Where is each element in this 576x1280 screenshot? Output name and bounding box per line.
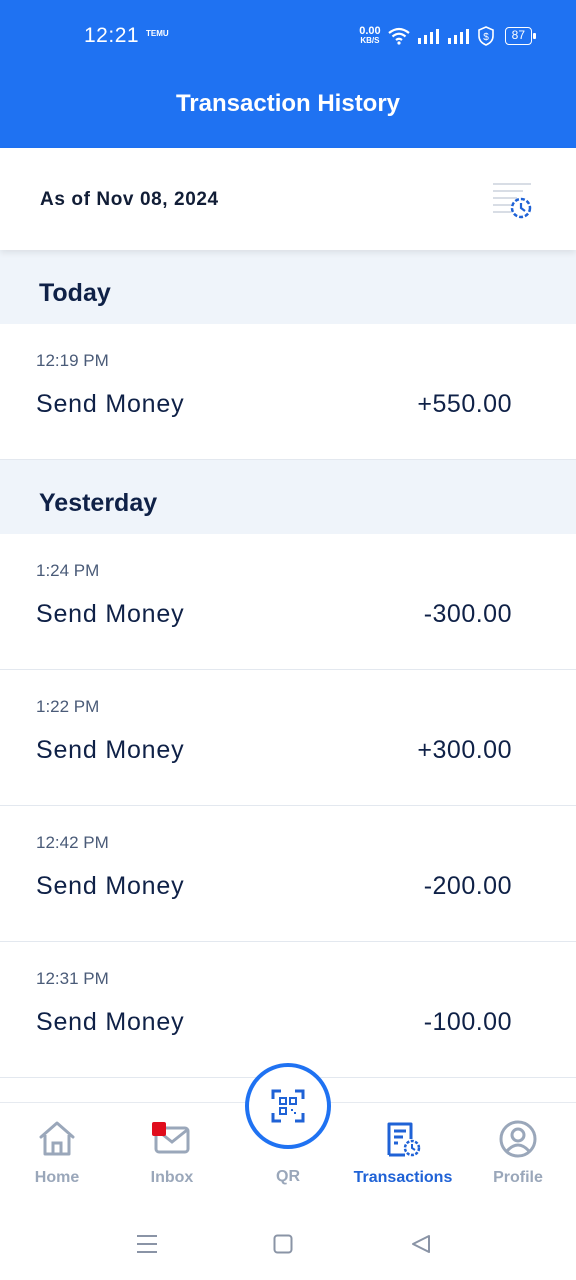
page-title: Transaction History <box>175 90 401 117</box>
wifi-icon <box>387 27 410 45</box>
nav-qr-label: QR <box>276 1168 300 1185</box>
status-time: 12:21 <box>84 24 140 47</box>
network-speed-unit: KB/S <box>360 36 380 45</box>
transaction-amount: -200.00 <box>423 872 512 900</box>
transaction-amount: +300.00 <box>417 736 512 764</box>
home-icon <box>39 1121 75 1156</box>
qr-scan-button[interactable] <box>245 1063 331 1149</box>
transaction-time: 12:42 PM <box>36 833 109 852</box>
battery-indicator: 87 <box>504 27 537 45</box>
nav-home-label: Home <box>34 1169 80 1186</box>
svg-text:$: $ <box>483 32 489 43</box>
nav-profile[interactable]: Profile <box>468 1119 568 1187</box>
nav-transactions[interactable]: Transactions <box>353 1119 453 1187</box>
as-of-date: As of Nov 08, 2024 <box>40 189 219 210</box>
receipt-clock-icon <box>387 1122 421 1157</box>
transaction-list[interactable]: Today 12:19 PM Send Money +550.00 Yester… <box>0 250 576 1102</box>
transaction-time: 1:22 PM <box>36 697 100 716</box>
transaction-time: 12:31 PM <box>36 969 109 988</box>
profile-icon <box>499 1120 537 1158</box>
qr-scan-icon <box>271 1089 305 1123</box>
signal-icon <box>417 29 439 44</box>
transaction-time: 1:24 PM <box>36 561 100 580</box>
as-of-bar: As of Nov 08, 2024 <box>0 148 576 250</box>
transaction-name: Send Money <box>36 600 185 628</box>
home-square-icon[interactable] <box>273 1234 293 1254</box>
signal-icon-2 <box>447 29 469 44</box>
transaction-row[interactable]: 12:19 PM Send Money +550.00 <box>0 324 576 460</box>
transaction-name: Send Money <box>36 390 185 418</box>
transaction-time: 12:19 PM <box>36 351 109 370</box>
nav-inbox-label: Inbox <box>150 1169 194 1186</box>
transaction-amount: -300.00 <box>423 600 512 628</box>
notification-app-icon: TEMU <box>146 29 169 38</box>
back-icon[interactable] <box>410 1234 432 1254</box>
menu-icon[interactable] <box>136 1234 158 1254</box>
transaction-row[interactable]: 1:22 PM Send Money +300.00 <box>0 670 576 806</box>
shield-icon: $ <box>477 26 494 46</box>
transaction-name: Send Money <box>36 1008 185 1036</box>
inbox-notification-badge <box>152 1122 166 1136</box>
nav-inbox[interactable]: Inbox <box>122 1119 222 1187</box>
app-header: 12:21 TEMU 0.00 KB/S $ 87 Transaction Hi… <box>0 0 576 148</box>
transaction-amount: +550.00 <box>417 390 512 418</box>
nav-profile-label: Profile <box>493 1169 543 1186</box>
status-indicators: 0.00 KB/S $ 87 <box>359 26 537 46</box>
network-speed-value: 0.00 <box>359 25 381 37</box>
transaction-row[interactable]: 12:42 PM Send Money -200.00 <box>0 806 576 942</box>
transaction-row[interactable]: 12:31 PM Send Money -100.00 <box>0 942 576 1078</box>
transaction-name: Send Money <box>36 736 185 764</box>
filter-history-icon[interactable] <box>491 180 535 222</box>
system-nav-bar <box>0 1206 576 1280</box>
nav-home[interactable]: Home <box>7 1119 107 1187</box>
transaction-row[interactable]: 1:24 PM Send Money -300.00 <box>0 534 576 670</box>
transaction-amount: -100.00 <box>423 1008 512 1036</box>
section-header-today: Today <box>0 250 576 324</box>
section-header-yesterday: Yesterday <box>0 460 576 534</box>
transaction-name: Send Money <box>36 872 185 900</box>
status-bar: 12:21 TEMU 0.00 KB/S $ 87 <box>0 0 576 76</box>
network-speed: 0.00 KB/S <box>359 26 380 46</box>
nav-transactions-label: Transactions <box>353 1169 453 1186</box>
